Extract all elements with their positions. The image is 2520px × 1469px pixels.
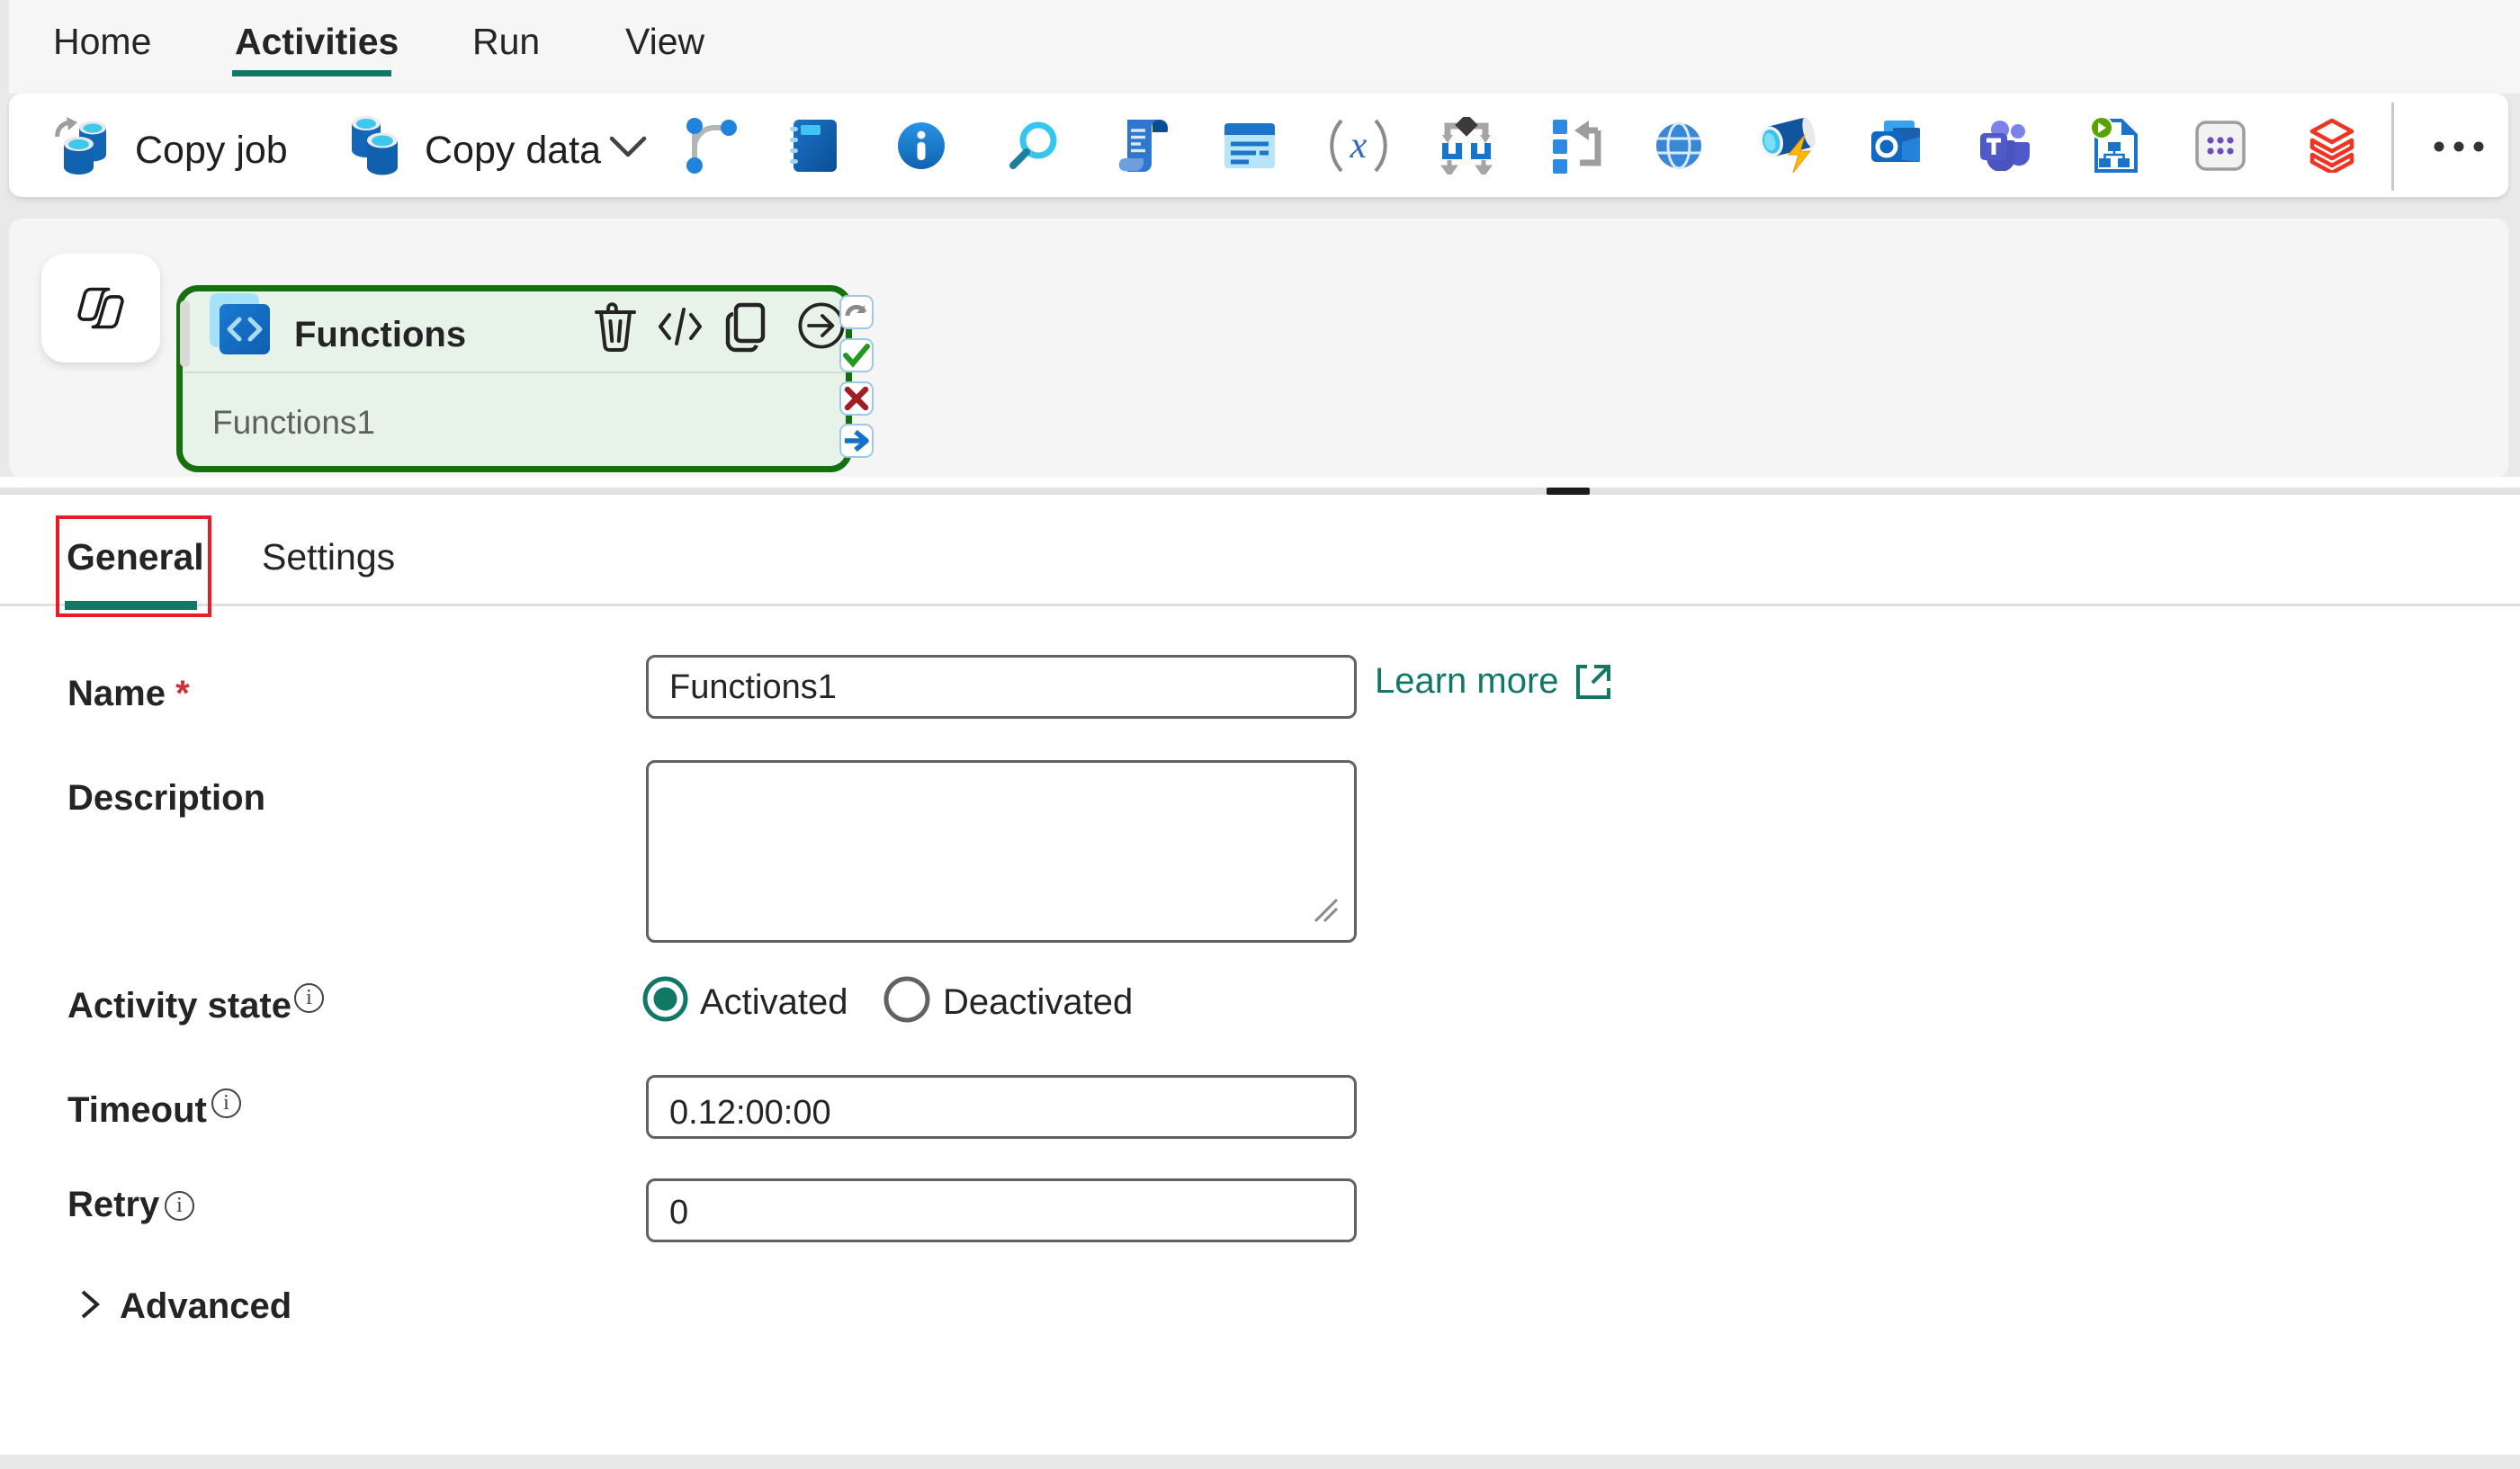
svg-text:x: x	[1350, 125, 1368, 166]
